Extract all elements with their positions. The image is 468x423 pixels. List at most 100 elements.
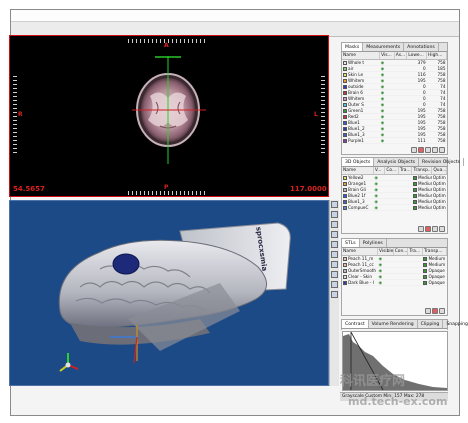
eye-icon[interactable]: ◉ (379, 268, 383, 273)
transparency-level-cell[interactable]: Medium (422, 261, 447, 268)
col-assign[interactable]: As... (394, 52, 408, 60)
mri-2d-view[interactable]: A R L P 54.5657 117.0000 (9, 35, 329, 197)
eye-icon[interactable]: ◉ (374, 187, 378, 192)
eye-icon[interactable]: ◉ (381, 132, 385, 137)
object-settings-icon[interactable] (439, 226, 445, 232)
col-contour[interactable]: Con... (393, 248, 409, 256)
eye-icon[interactable]: ◉ (374, 199, 378, 204)
object-name: Yellow2 (348, 174, 364, 180)
duplicate-object-icon[interactable] (432, 226, 438, 232)
new-object-icon[interactable] (418, 226, 424, 232)
transparency-level-cell[interactable]: Medium (411, 192, 432, 199)
transparency-level-cell[interactable]: Medium (411, 186, 432, 193)
tab-polylines[interactable]: Polylines (360, 239, 387, 247)
col-transparency-level[interactable]: Transp... (422, 248, 448, 256)
transparency-cell[interactable] (407, 279, 423, 286)
transparency-level-cell[interactable]: Opaque (422, 279, 447, 286)
eye-icon[interactable]: ◉ (379, 256, 383, 261)
tab-analysis-objects[interactable]: Analysis Objects (374, 158, 420, 166)
tab-stls[interactable]: STLs (342, 239, 360, 247)
col-name[interactable]: Name (342, 248, 379, 256)
col-visible[interactable]: Visible (377, 248, 394, 256)
tab-volume-rendering[interactable]: Volume Rendering (369, 320, 418, 328)
reset-view-button[interactable] (331, 201, 338, 208)
table-row[interactable]: Dark Blue - I ◉ Opaque (342, 279, 447, 286)
col-quality[interactable]: Qua... (431, 167, 447, 175)
eye-icon[interactable]: ◉ (381, 60, 385, 65)
eye-icon[interactable]: ◉ (381, 120, 385, 125)
eye-icon[interactable]: ◉ (381, 66, 385, 71)
pan-button[interactable] (331, 251, 338, 258)
duplicate-mask-icon[interactable] (425, 147, 431, 153)
delete-stl-icon[interactable] (432, 308, 438, 314)
transparency-level-cell[interactable]: Opaque (422, 267, 447, 274)
contour-cell[interactable] (393, 279, 408, 286)
rotate-button[interactable] (331, 261, 338, 268)
zoom-button[interactable] (331, 241, 338, 248)
front-view-button[interactable] (331, 211, 338, 218)
delete-mask-icon[interactable] (418, 147, 424, 153)
col-transparency[interactable]: Tra... (407, 248, 423, 256)
mask-settings-icon[interactable] (432, 147, 438, 153)
stl-settings-icon[interactable] (439, 308, 445, 314)
col-visible[interactable]: Vis... (379, 52, 395, 60)
col-contour[interactable]: Co... (384, 167, 399, 175)
tab-contrast[interactable]: Contrast (342, 320, 369, 328)
transparency-level-cell[interactable]: Medium (411, 204, 432, 211)
tab-3d-objects[interactable]: 3D Objects (342, 158, 375, 166)
eye-icon[interactable]: ◉ (381, 102, 385, 107)
transparency-level-cell[interactable]: Medium (411, 198, 432, 205)
eye-icon[interactable]: ◉ (381, 108, 385, 113)
eye-icon[interactable]: ◉ (381, 114, 385, 119)
eye-icon[interactable]: ◉ (381, 84, 385, 89)
tab-revision-objects[interactable]: Revision Objects (419, 158, 465, 166)
eye-icon[interactable]: ◉ (374, 205, 378, 210)
import-stl-icon[interactable] (425, 308, 431, 314)
tab-measurements[interactable]: Measurements (363, 43, 405, 51)
transparency-level-cell[interactable]: Medium (422, 255, 447, 262)
tab-annotations[interactable]: Annotations (404, 43, 439, 51)
col-visible[interactable]: V... (373, 167, 386, 175)
eye-icon[interactable]: ◉ (374, 181, 378, 186)
tab-snapping[interactable]: Snapping (443, 320, 468, 328)
eye-icon[interactable]: ◉ (381, 78, 385, 83)
tab-clipping[interactable]: Clipping (418, 320, 444, 328)
eye-icon[interactable]: ◉ (381, 72, 385, 77)
col-name[interactable]: Name (342, 167, 374, 175)
eye-icon[interactable]: ◉ (381, 126, 385, 131)
transparency-level-cell[interactable]: Medium (411, 174, 432, 181)
table-row[interactable]: Purple1 ◉ 111 758 (342, 137, 447, 144)
transparency-level-cell[interactable]: Opaque (422, 273, 447, 280)
measure-button[interactable] (331, 271, 338, 278)
eye-icon[interactable]: ◉ (374, 193, 378, 198)
delete-object-icon[interactable] (425, 226, 431, 232)
eye-icon[interactable]: ◉ (381, 96, 385, 101)
visibility-cell[interactable]: ◉ (373, 204, 385, 211)
eye-icon[interactable]: ◉ (381, 90, 385, 95)
transparency-level-cell[interactable]: Medium (411, 180, 432, 187)
new-mask-icon[interactable] (411, 147, 417, 153)
mask-name: Whitem (348, 77, 365, 83)
col-higher[interactable]: High... (426, 52, 447, 60)
snapshot-button[interactable] (331, 281, 338, 288)
mask-visibility-icon[interactable] (439, 147, 445, 153)
col-lower[interactable]: Lowe... (406, 52, 428, 60)
side-view-button[interactable] (331, 221, 338, 228)
settings-button[interactable] (331, 291, 338, 298)
table-row[interactable]: CompueC ◉ MediumOptim (342, 204, 447, 211)
eye-icon[interactable]: ◉ (379, 274, 383, 279)
col-transparency[interactable]: Tra... (398, 167, 413, 175)
tab-masks[interactable]: Masks (342, 43, 364, 51)
3d-render-view[interactable]: sprocxsmia (9, 200, 329, 386)
transparency-cell[interactable] (398, 204, 412, 211)
visibility-cell[interactable]: ◉ (379, 137, 395, 144)
col-name[interactable]: Name (342, 52, 381, 60)
contour-cell[interactable] (384, 204, 399, 211)
eye-icon[interactable]: ◉ (379, 280, 383, 285)
eye-icon[interactable]: ◉ (379, 262, 383, 267)
top-view-button[interactable] (331, 231, 338, 238)
eye-icon[interactable]: ◉ (374, 175, 378, 180)
visibility-cell[interactable]: ◉ (377, 279, 394, 286)
eye-icon[interactable]: ◉ (381, 138, 385, 143)
col-transparency-level[interactable]: Transp... (411, 167, 433, 175)
